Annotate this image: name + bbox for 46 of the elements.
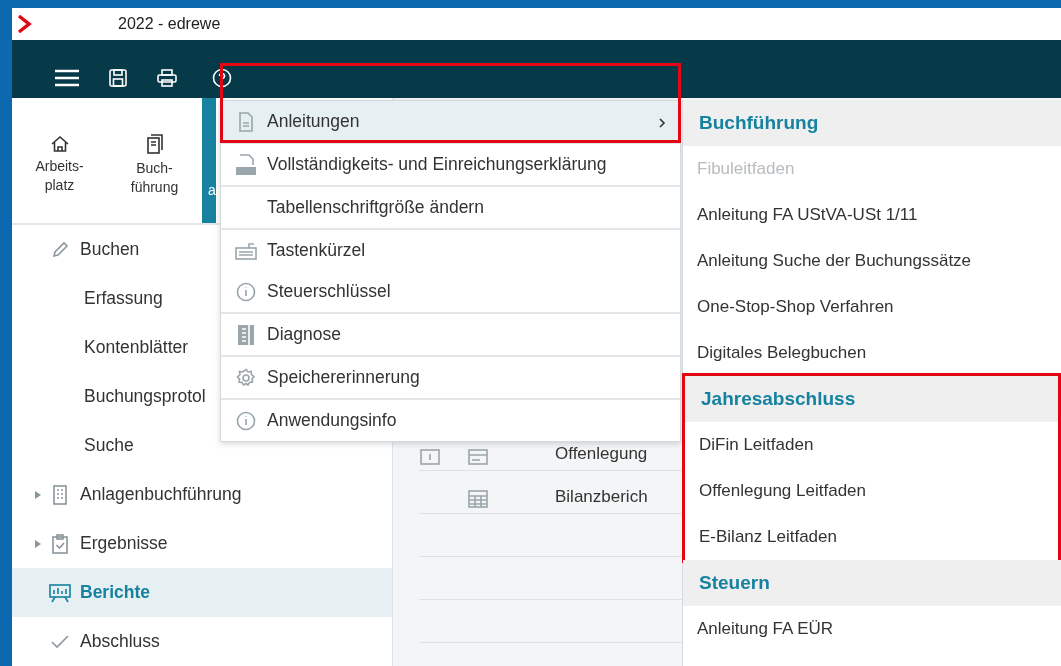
print-icon[interactable] — [156, 68, 178, 88]
chevron-right-icon — [658, 116, 666, 129]
info-icon — [236, 410, 256, 431]
clipboard-check-icon — [51, 532, 69, 555]
menu-icon[interactable] — [54, 68, 80, 88]
presentation-board-icon — [48, 581, 72, 604]
logo-icon — [16, 14, 32, 34]
menu-item[interactable]: Anwendungsinfo — [221, 400, 680, 441]
check-icon — [50, 632, 70, 651]
report-name: Offenlegung — [555, 442, 648, 465]
gear-icon — [236, 367, 256, 388]
menu-item[interactable]: Steuerschlüssel — [221, 271, 680, 312]
home-icon — [49, 135, 70, 154]
book-icon — [145, 133, 164, 156]
menu-item[interactable]: Speichererinnerung — [221, 357, 680, 398]
panel-icon — [237, 323, 255, 346]
pdf-file-icon — [235, 153, 257, 176]
tree-item[interactable]: Abschluss — [12, 617, 392, 666]
side-tab[interactable]: a — [202, 98, 216, 223]
window-title: 2022 - edrewe — [118, 14, 221, 34]
caret-icon — [34, 538, 42, 549]
card-icon — [467, 448, 489, 466]
tree-item[interactable]: Berichte — [12, 568, 392, 617]
save-icon[interactable] — [108, 68, 128, 88]
pencil-icon — [50, 239, 70, 260]
document-icon — [238, 111, 254, 132]
section-header: Buchführung — [683, 100, 1061, 146]
section-header: Steuern — [683, 560, 1061, 606]
help-icon[interactable] — [212, 68, 232, 88]
menu-item[interactable]: Tabellenschriftgröße ändern — [221, 187, 680, 228]
section-header: Jahresabschluss — [685, 376, 1058, 422]
tree-item[interactable]: Ergebnisse — [12, 519, 392, 568]
menu-item[interactable]: Anleitungen — [221, 101, 680, 142]
side-tab[interactable]: Buch- führung — [107, 98, 202, 223]
report-name: Bilanzberich — [555, 485, 648, 508]
side-tab[interactable]: Arbeits- platz — [12, 98, 107, 223]
tree-item[interactable]: Anlagenbuchführung — [12, 470, 392, 519]
keyboard-icon — [235, 240, 257, 261]
table-icon — [467, 489, 489, 509]
info-icon — [236, 281, 256, 302]
caret-icon — [34, 489, 42, 500]
info-box-icon — [419, 448, 441, 466]
building-icon — [52, 483, 68, 506]
menu-item[interactable]: Tastenkürzel — [221, 230, 680, 271]
menu-item[interactable]: Vollständigkeits- und Einreichungserklärung — [221, 144, 680, 185]
menu-item[interactable]: Diagnose — [221, 314, 680, 355]
